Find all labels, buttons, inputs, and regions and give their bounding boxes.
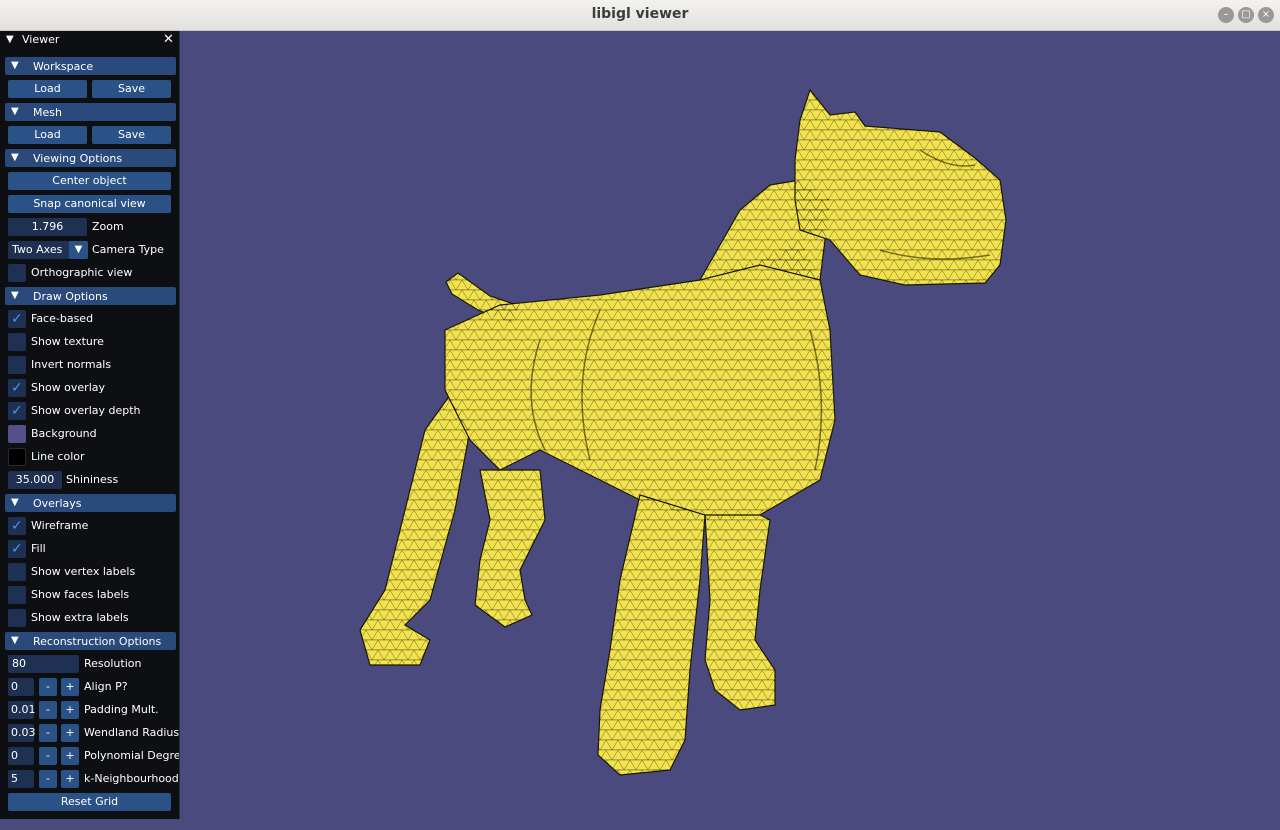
camera-type-label: Camera Type: [92, 243, 164, 256]
resolution-input[interactable]: 80: [8, 655, 79, 673]
show-overlay-depth-label: Show overlay depth: [31, 404, 141, 417]
line-color-swatch[interactable]: [8, 448, 26, 466]
show-texture-checkbox[interactable]: [8, 333, 26, 351]
checkmark-icon: ✓: [11, 403, 23, 419]
vertex-labels-checkbox[interactable]: [8, 563, 26, 581]
center-object-button[interactable]: Center object: [8, 172, 171, 190]
mesh-load-button[interactable]: Load: [8, 126, 87, 144]
k-neighbourhood-label: k-Neighbourhood: [84, 772, 179, 785]
show-overlay-depth-checkbox[interactable]: ✓: [8, 402, 26, 420]
checkmark-icon: ✓: [11, 541, 23, 557]
align-p-minus-button[interactable]: -: [39, 678, 57, 696]
k-neighbourhood-input[interactable]: 5: [8, 770, 34, 788]
draw-options-header[interactable]: ▼ Draw Options: [5, 287, 176, 305]
align-p-label: Align P?: [84, 680, 128, 693]
maximize-button[interactable]: □: [1238, 7, 1254, 23]
show-overlay-checkbox[interactable]: ✓: [8, 379, 26, 397]
extra-labels-checkbox[interactable]: [8, 609, 26, 627]
background-label: Background: [31, 427, 97, 440]
extra-labels-label: Show extra labels: [31, 611, 129, 624]
padding-mult-minus-button[interactable]: -: [39, 701, 57, 719]
workspace-save-button[interactable]: Save: [92, 80, 171, 98]
wireframe-label: Wireframe: [31, 519, 89, 532]
invert-normals-checkbox[interactable]: [8, 356, 26, 374]
wireframe-checkbox[interactable]: ✓: [8, 517, 26, 535]
fill-checkbox[interactable]: ✓: [8, 540, 26, 558]
fill-label: Fill: [31, 542, 46, 555]
viewing-options-header-label: Viewing Options: [33, 152, 123, 165]
reconstruction-options-header[interactable]: ▼ Reconstruction Options: [5, 632, 176, 650]
invert-normals-label: Invert normals: [31, 358, 112, 371]
wendland-radius-label: Wendland Radius: [84, 726, 180, 739]
camera-type-value: Two Axes: [12, 243, 63, 256]
draw-options-header-label: Draw Options: [33, 290, 108, 303]
mesh-header[interactable]: ▼ Mesh: [5, 103, 176, 121]
shininess-label: Shininess: [66, 473, 119, 486]
vertex-labels-label: Show vertex labels: [31, 565, 136, 578]
align-p-plus-button[interactable]: +: [61, 678, 79, 696]
mesh-save-button[interactable]: Save: [92, 126, 171, 144]
window-title: libigl viewer: [591, 6, 689, 22]
viewer-panel: ▼ Viewer ✕ ▼ Workspace Load Save ▼ Mesh …: [0, 31, 180, 819]
close-window-button[interactable]: ×: [1258, 7, 1274, 23]
close-icon[interactable]: ✕: [163, 31, 174, 49]
polynomial-degree-label: Polynomial Degree: [84, 749, 180, 762]
faces-labels-checkbox[interactable]: [8, 586, 26, 604]
reset-grid-button[interactable]: Reset Grid: [8, 793, 171, 811]
collapse-arrow-icon: ▼: [11, 152, 19, 163]
orthographic-view-checkbox[interactable]: [8, 264, 26, 282]
show-texture-label: Show texture: [31, 335, 104, 348]
snap-canonical-view-button[interactable]: Snap canonical view: [8, 195, 171, 213]
orthographic-view-label: Orthographic view: [31, 266, 133, 279]
workspace-header[interactable]: ▼ Workspace: [5, 57, 176, 75]
polynomial-degree-minus-button[interactable]: -: [39, 747, 57, 765]
zoom-input[interactable]: 1.796: [8, 218, 87, 236]
chevron-down-icon[interactable]: ▼: [69, 241, 88, 259]
minimize-button[interactable]: –: [1218, 7, 1234, 23]
wendland-radius-input[interactable]: 0.03: [8, 724, 36, 742]
collapse-arrow-icon: ▼: [11, 635, 19, 646]
panel-titlebar[interactable]: ▼ Viewer ✕: [0, 31, 179, 49]
camera-type-select[interactable]: Two Axes ▼: [8, 241, 88, 259]
zoom-label: Zoom: [92, 220, 124, 233]
padding-mult-input[interactable]: 0.01: [8, 701, 36, 719]
face-based-label: Face-based: [31, 312, 94, 325]
collapse-arrow-icon: ▼: [11, 290, 19, 301]
wendland-radius-minus-button[interactable]: -: [39, 724, 57, 742]
collapse-arrow-icon[interactable]: ▼: [6, 31, 14, 49]
shininess-input[interactable]: 35.000: [8, 471, 62, 489]
checkmark-icon: ✓: [11, 311, 23, 327]
polynomial-degree-input[interactable]: 0: [8, 747, 34, 765]
k-neighbourhood-minus-button[interactable]: -: [39, 770, 57, 788]
overlays-header[interactable]: ▼ Overlays: [5, 494, 176, 512]
align-p-input[interactable]: 0: [8, 678, 34, 696]
polynomial-degree-plus-button[interactable]: +: [61, 747, 79, 765]
collapse-arrow-icon: ▼: [11, 60, 19, 71]
collapse-arrow-icon: ▼: [11, 106, 19, 117]
title-bar: libigl viewer – □ ×: [0, 0, 1280, 31]
background-color-swatch[interactable]: [8, 425, 26, 443]
collapse-arrow-icon: ▼: [11, 497, 19, 508]
checkmark-icon: ✓: [11, 380, 23, 396]
resolution-label: Resolution: [84, 657, 142, 670]
workspace-load-button[interactable]: Load: [8, 80, 87, 98]
k-neighbourhood-plus-button[interactable]: +: [61, 770, 79, 788]
checkmark-icon: ✓: [11, 518, 23, 534]
line-color-label: Line color: [31, 450, 85, 463]
workspace-header-label: Workspace: [33, 60, 94, 73]
mesh-header-label: Mesh: [33, 106, 62, 119]
overlays-header-label: Overlays: [33, 497, 82, 510]
padding-mult-plus-button[interactable]: +: [61, 701, 79, 719]
dog-mesh[interactable]: [0, 31, 1280, 830]
show-overlay-label: Show overlay: [31, 381, 106, 394]
reconstruction-options-header-label: Reconstruction Options: [33, 635, 162, 648]
3d-viewport[interactable]: [0, 31, 1280, 830]
padding-mult-label: Padding Mult.: [84, 703, 159, 716]
face-based-checkbox[interactable]: ✓: [8, 310, 26, 328]
viewing-options-header[interactable]: ▼ Viewing Options: [5, 149, 176, 167]
faces-labels-label: Show faces labels: [31, 588, 130, 601]
panel-title: Viewer: [22, 33, 60, 46]
wendland-radius-plus-button[interactable]: +: [61, 724, 79, 742]
